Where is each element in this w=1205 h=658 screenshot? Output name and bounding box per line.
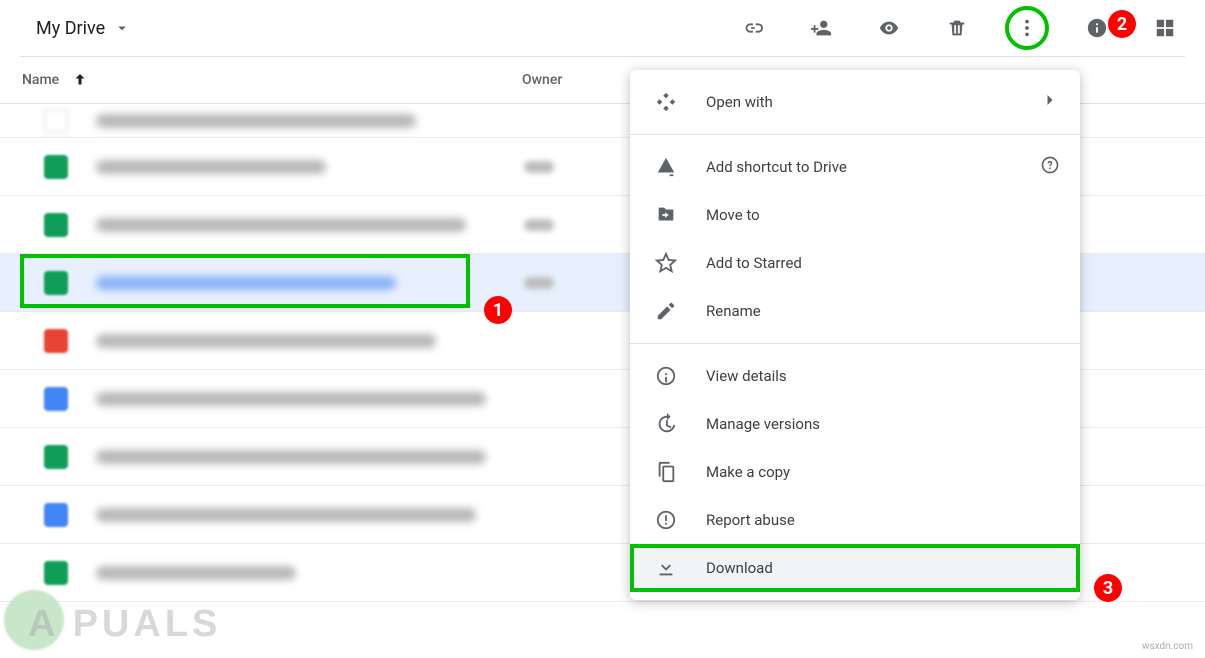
pencil-icon [654,299,678,323]
file-name-blur [96,218,466,232]
share-button[interactable] [801,8,841,48]
menu-move-to[interactable]: Move to [630,191,1080,239]
column-name-label: Name [22,72,59,88]
file-type-icon [44,387,68,411]
owner-blur [524,219,554,231]
file-type-icon [44,329,68,353]
file-name-blur [96,114,416,128]
file-name-blur [96,450,486,464]
column-header-name[interactable]: Name [22,71,522,89]
get-link-button[interactable] [733,8,773,48]
trash-icon [946,17,968,39]
grid-icon [1154,17,1176,39]
preview-button[interactable] [869,8,909,48]
menu-label: Report abuse [706,511,1060,529]
breadcrumb-my-drive[interactable]: My Drive [36,18,131,39]
copy-icon [654,460,678,484]
info-icon [654,364,678,388]
menu-add-starred[interactable]: Add to Starred [630,239,1080,287]
more-vert-icon [1016,17,1038,39]
menu-label: Add to Starred [706,254,1060,272]
context-menu: Open with Add shortcut to Drive Move to … [630,70,1080,600]
arrow-up-icon [71,71,89,89]
file-type-icon [44,213,68,237]
menu-label: Make a copy [706,463,1060,481]
grid-view-button[interactable] [1145,8,1185,48]
annotation-badge-2: 2 [1108,10,1136,38]
help-icon[interactable] [1040,155,1060,179]
report-icon [654,508,678,532]
move-icon [654,203,678,227]
column-owner-label: Owner [522,72,562,88]
open-with-icon [654,90,678,114]
history-icon [654,412,678,436]
file-name-blur [96,392,486,406]
star-icon [654,251,678,275]
chevron-down-icon [113,19,131,37]
menu-view-details[interactable]: View details [630,352,1080,400]
chevron-right-icon [1040,90,1060,114]
file-name-blur [96,508,476,522]
menu-separator [630,343,1080,344]
remove-button[interactable] [937,8,977,48]
page-title: My Drive [36,18,105,39]
file-name-blur [96,334,436,348]
eye-icon [878,17,900,39]
menu-label: Move to [706,206,1060,224]
file-name-blur [96,276,396,290]
menu-make-copy[interactable]: Make a copy [630,448,1080,496]
file-type-icon [44,155,68,179]
annotation-badge-3: 3 [1094,574,1122,602]
info-icon [1086,17,1108,39]
menu-open-with[interactable]: Open with [630,78,1080,126]
owner-blur [524,277,554,289]
menu-label: Add shortcut to Drive [706,158,1040,176]
menu-report-abuse[interactable]: Report abuse [630,496,1080,544]
source-watermark: wsxdn.com [1142,641,1193,652]
owner-blur [524,161,554,173]
more-actions-button[interactable] [1005,6,1049,50]
file-type-icon [44,503,68,527]
annotation-badge-1: 1 [484,296,512,324]
menu-rename[interactable]: Rename [630,287,1080,335]
column-header-owner[interactable]: Owner [522,72,642,88]
menu-download[interactable]: Download [630,544,1080,592]
file-type-icon [44,445,68,469]
menu-add-shortcut[interactable]: Add shortcut to Drive [630,143,1080,191]
menu-label: Open with [706,93,1040,111]
drive-add-icon [654,155,678,179]
menu-separator [630,134,1080,135]
file-type-icon [44,109,68,133]
menu-label: Manage versions [706,415,1060,433]
menu-label: View details [706,367,1060,385]
menu-label: Download [706,559,1060,577]
link-icon [742,17,764,39]
file-type-icon [44,561,68,585]
person-add-icon [810,17,832,39]
menu-label: Rename [706,302,1060,320]
file-name-blur [96,160,326,174]
file-name-blur [96,566,296,580]
file-type-icon [44,271,68,295]
watermark: A PUALS [28,603,221,646]
download-icon [654,556,678,580]
menu-manage-versions[interactable]: Manage versions [630,400,1080,448]
